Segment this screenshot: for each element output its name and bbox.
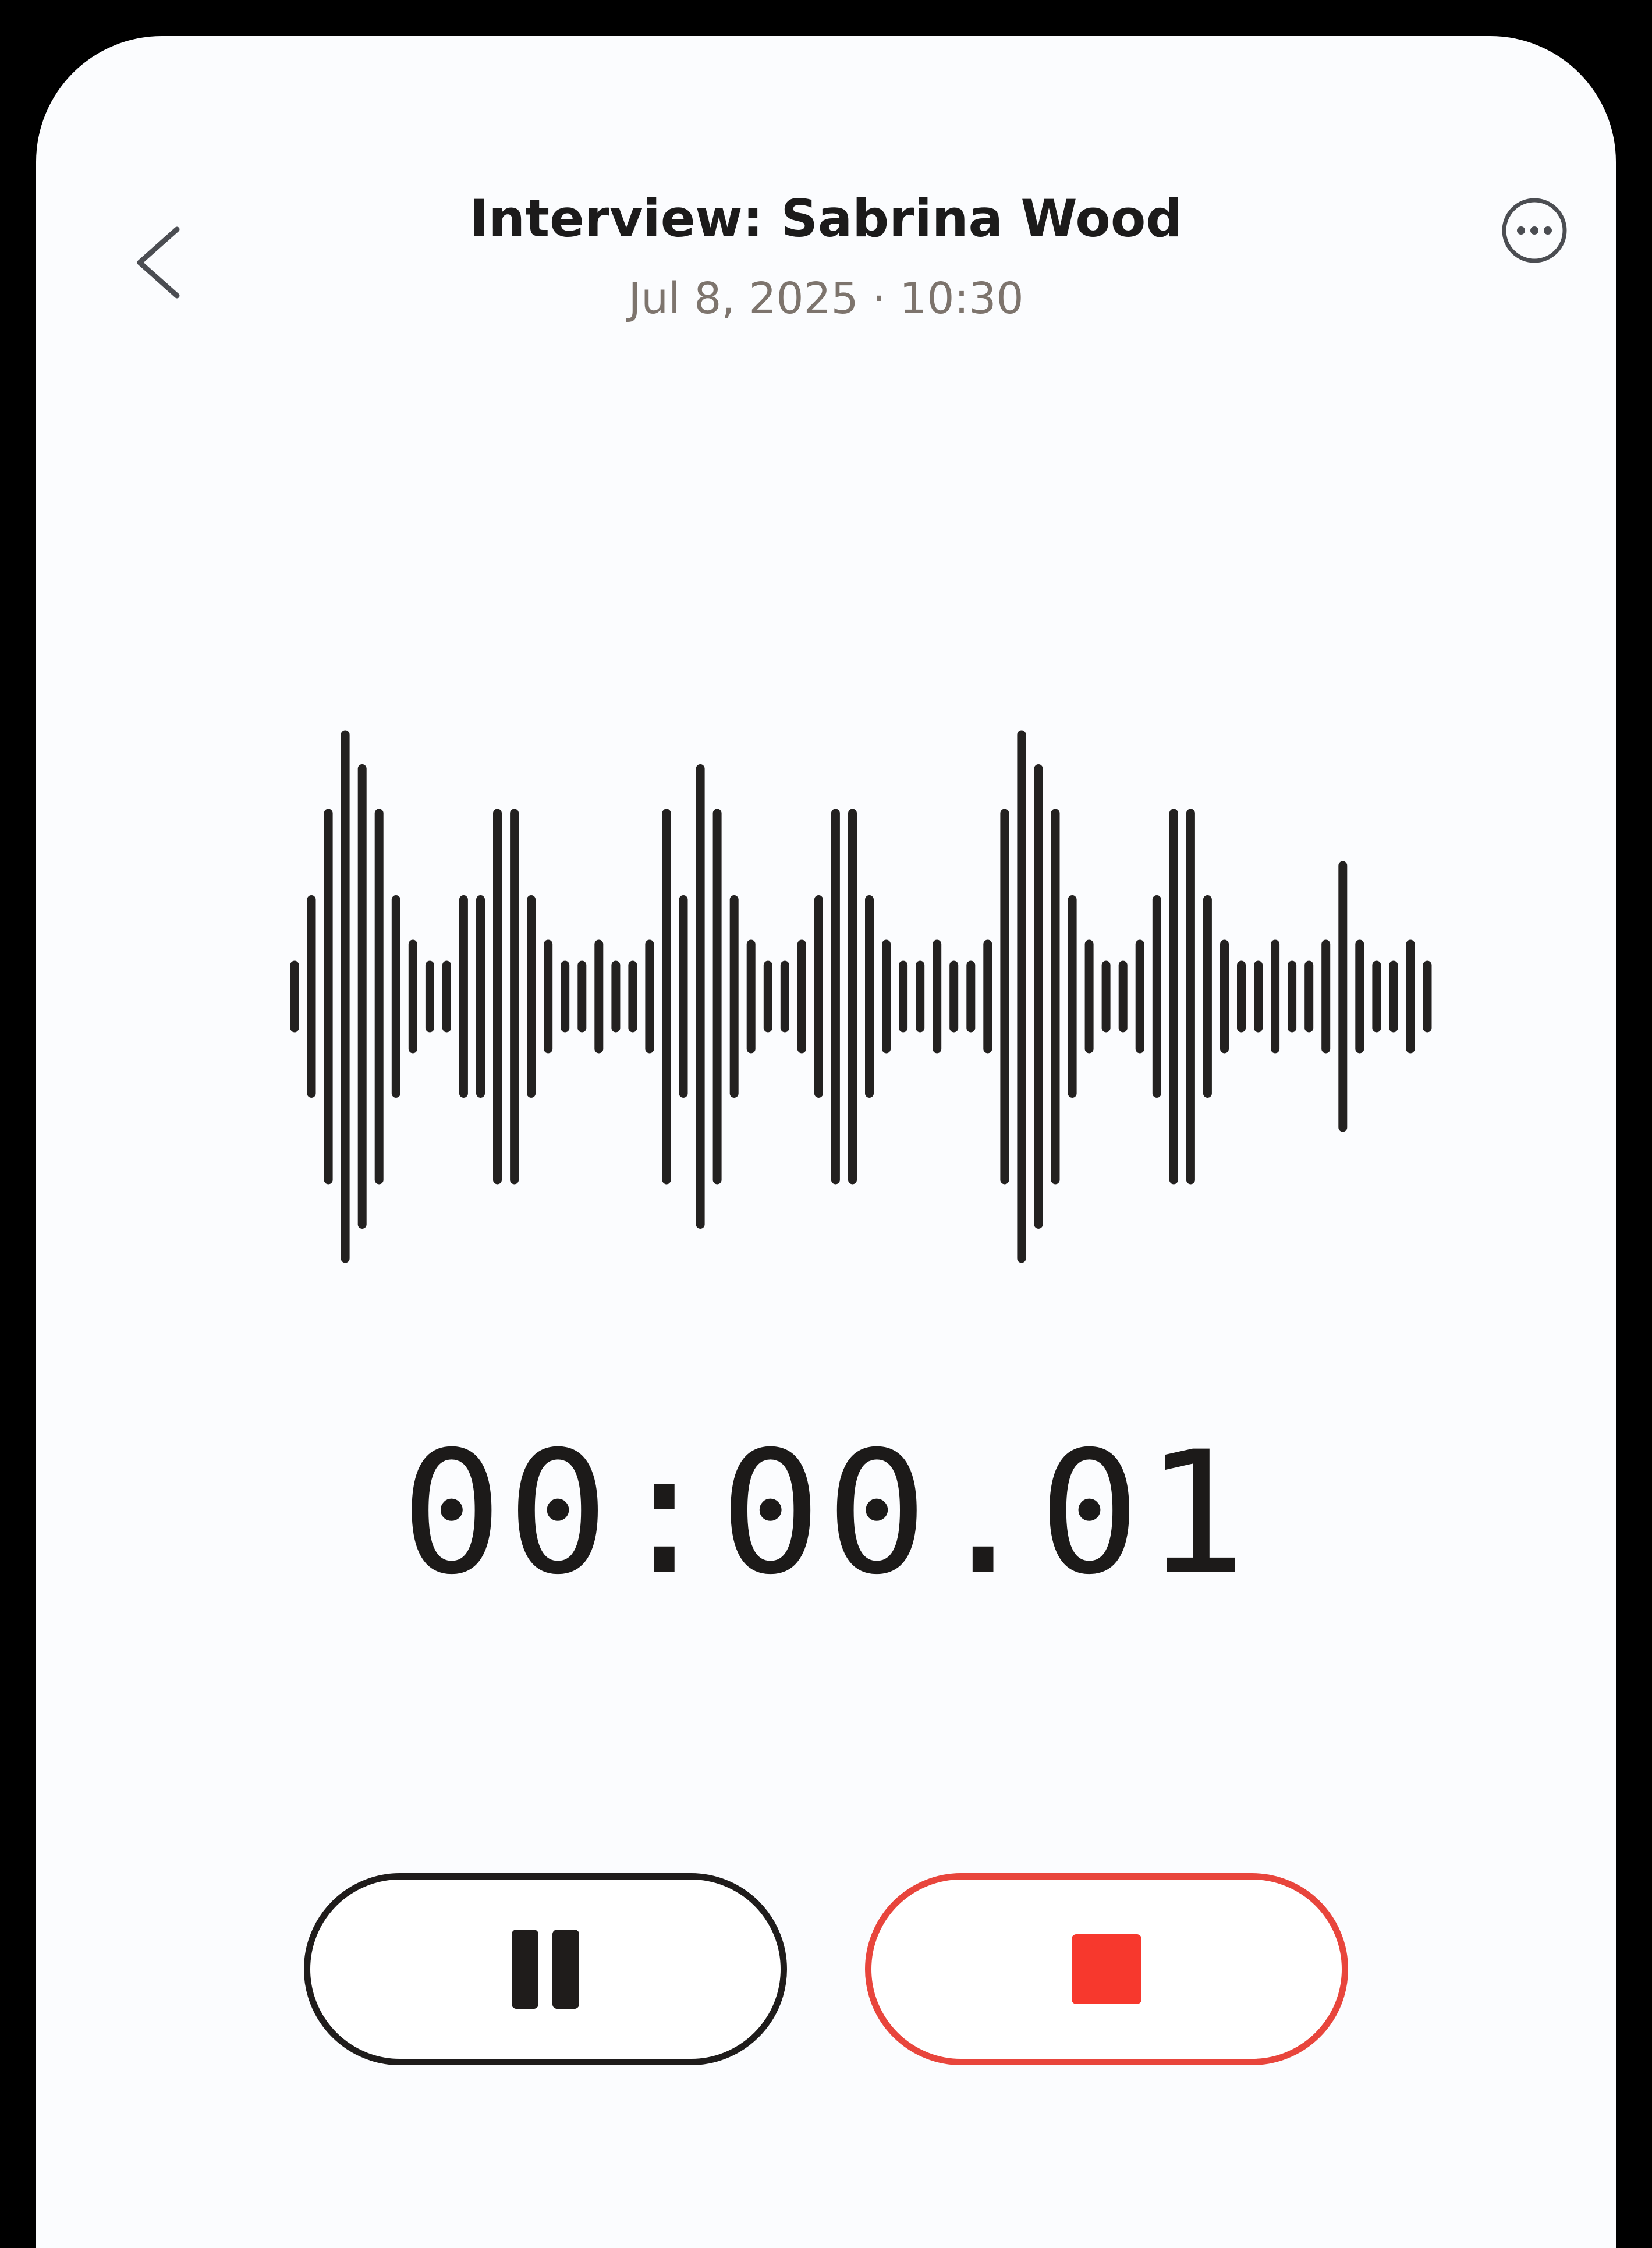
more-options-button[interactable]: [1499, 196, 1569, 265]
elapsed-timer: 00:00.01: [400, 1416, 1252, 1612]
pause-button[interactable]: [304, 1873, 787, 2065]
waveform-graphic: [290, 730, 1432, 1263]
stop-icon: [1072, 1934, 1141, 2004]
recording-screen: Interview: Sabrina Wood Jul 8, 2025 · 10…: [36, 36, 1616, 2248]
recording-date: Jul 8, 2025 · 10:30: [628, 274, 1024, 324]
recording-title: Interview: Sabrina Wood: [469, 189, 1183, 249]
ellipsis-circle-icon: [1502, 198, 1567, 263]
pause-icon: [509, 1930, 582, 2009]
stop-button[interactable]: [865, 1873, 1348, 2065]
audio-waveform: [251, 705, 1462, 1288]
